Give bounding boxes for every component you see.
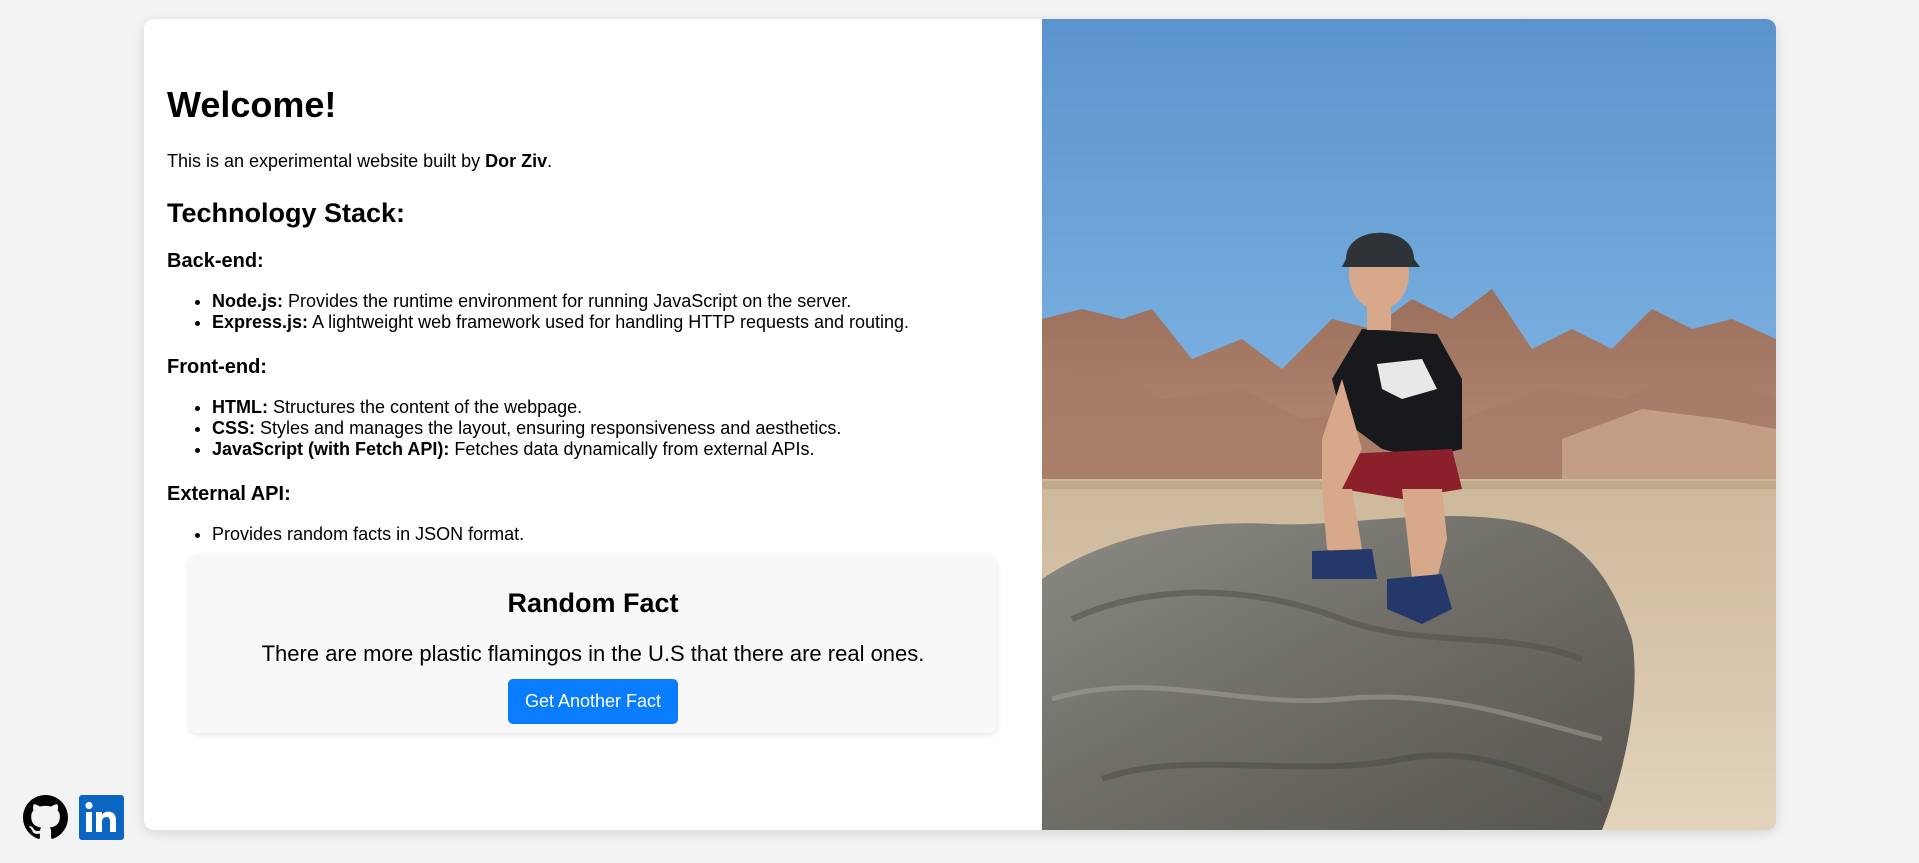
item-term: Express.js:	[212, 312, 309, 332]
item-term: HTML:	[212, 397, 268, 417]
item-desc: A lightweight web framework used for han…	[308, 312, 910, 332]
section-heading-api: External API:	[167, 483, 291, 505]
list-item: Node.js: Provides the runtime environmen…	[212, 291, 1019, 312]
backend-list: Node.js: Provides the runtime environmen…	[167, 291, 1019, 333]
item-desc: Fetches data dynamically from external A…	[449, 439, 815, 459]
item-desc: Provides the runtime environment for run…	[283, 291, 852, 311]
item-desc: Styles and manages the layout, ensuring …	[255, 418, 842, 438]
intro-suffix: .	[547, 151, 553, 171]
random-fact-box: Random Fact There are more plastic flami…	[189, 555, 997, 733]
list-item: CSS: Styles and manages the layout, ensu…	[212, 418, 1019, 439]
section-heading-frontend: Front-end:	[167, 356, 267, 378]
list-item: Express.js: A lightweight web framework …	[212, 312, 1019, 333]
item-term: JavaScript (with Fetch API):	[212, 439, 450, 459]
stack-title: Technology Stack:	[167, 198, 406, 228]
social-links	[23, 795, 124, 840]
author-name: Dor Ziv	[485, 151, 548, 171]
content-panel: Welcome! This is an experimental website…	[144, 19, 1042, 830]
item-desc: Provides random facts in JSON format.	[212, 524, 525, 544]
github-icon[interactable]	[23, 795, 68, 840]
linkedin-icon[interactable]	[79, 795, 124, 840]
section-heading-backend: Back-end:	[167, 250, 264, 272]
portrait-photo	[1042, 19, 1776, 830]
list-item: Provides random facts in JSON format.	[212, 524, 1019, 545]
item-desc: Structures the content of the webpage.	[267, 397, 583, 417]
intro-text: This is an experimental website built by…	[167, 149, 1019, 173]
main-card: Welcome! This is an experimental website…	[144, 19, 1776, 830]
item-term: Node.js:	[212, 291, 284, 311]
list-item: JavaScript (with Fetch API): Fetches dat…	[212, 439, 1019, 460]
page-title: Welcome!	[167, 84, 337, 125]
api-list: Provides random facts in JSON format.	[167, 524, 1019, 545]
frontend-list: HTML: Structures the content of the webp…	[167, 397, 1019, 460]
intro-prefix: This is an experimental website built by	[167, 151, 486, 171]
fact-text: There are more plastic flamingos in the …	[261, 641, 925, 666]
item-term: CSS:	[212, 418, 256, 438]
list-item: HTML: Structures the content of the webp…	[212, 397, 1019, 418]
fact-title: Random Fact	[507, 588, 679, 618]
get-another-fact-button[interactable]: Get Another Fact	[507, 679, 679, 724]
